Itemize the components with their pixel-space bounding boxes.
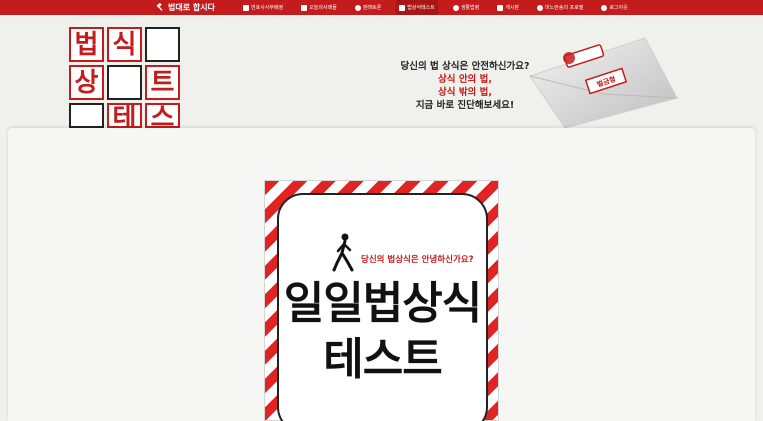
nav-item-label: 오늘의사례들 — [309, 5, 337, 11]
walking-person-icon — [332, 233, 354, 272]
envelope-stamp-illustration: 벌금형 — [529, 37, 678, 128]
nav-menu: 변호사사무배정 오늘의사례들 판례토론 법상식테스트 생활법령 게시판 미노란송… — [240, 0, 643, 15]
hero-line1: 당신의 법 상식은 안전하신가요? — [400, 61, 530, 72]
brand-logo[interactable]: 법대로 합시다 — [156, 0, 215, 15]
card-subtitle: 당신의 법상식은 안녕하신가요? — [361, 255, 474, 265]
checkbox-icon — [301, 4, 308, 11]
grid-cell-empty — [69, 103, 104, 128]
grid-cell: 법 — [69, 27, 104, 62]
nav-item-label: 게시판 — [505, 5, 520, 11]
checkbox-icon — [243, 4, 249, 11]
nav-item-profile[interactable]: 미노란송의 프로필 — [534, 0, 586, 15]
nav-item-law-test[interactable]: 법상식테스트 — [396, 0, 438, 15]
user-icon — [601, 4, 608, 11]
nav-item-logout[interactable]: 로그아웃 — [598, 0, 630, 15]
brand-name: 법대로 합시다 — [168, 3, 215, 12]
grid-cell-empty — [145, 27, 180, 62]
nav-item-precedent-debate[interactable]: 판례토론 — [352, 0, 384, 15]
hero-line4: 지금 바로 진단해보세요! — [415, 100, 515, 111]
gavel-icon — [156, 3, 163, 11]
nav-item-lawyer-assign[interactable]: 변호사사무배정 — [240, 0, 286, 15]
nav-item-label: 생활법령 — [460, 5, 480, 11]
nav-item-today-cases[interactable]: 오늘의사례들 — [298, 0, 340, 15]
nav-item-label: 로그아웃 — [609, 5, 628, 11]
nav-item-label: 법상식테스트 — [407, 5, 435, 11]
nav-item-board[interactable]: 게시판 — [494, 0, 522, 15]
grid-cell: 테 — [107, 103, 142, 131]
grid-cell: 식 — [107, 27, 142, 62]
people-icon — [354, 4, 361, 11]
nav-item-label: 변호사사무배정 — [251, 5, 284, 11]
grid-cell: 트 — [145, 65, 180, 100]
nav-item-label: 판례토론 — [362, 5, 382, 11]
card-title-line2: 테스트 — [323, 334, 442, 385]
hero-tagline: 당신의 법 상식은 안전하신가요? 상식 안의 법, 상식 밖의 법, 지금 바… — [390, 60, 540, 112]
test-banner-card[interactable]: 당신의 법상식은 안녕하신가요? 일일법상식 테스트 — [264, 180, 499, 421]
test-banner-inner: 당신의 법상식은 안녕하신가요? 일일법상식 테스트 — [277, 193, 488, 421]
title-letter-grid: 법 식 상 트 테 스 — [69, 27, 180, 131]
hero-line3: 상식 밖의 법, — [438, 87, 492, 98]
grid-cell: 스 — [145, 103, 180, 131]
hero-line2: 상식 안의 법, — [438, 74, 492, 85]
circle-icon — [452, 4, 459, 11]
nav-item-living-law[interactable]: 생활법령 — [450, 0, 482, 15]
user-icon — [537, 4, 544, 11]
checkbox-icon — [497, 4, 504, 11]
nav-item-label: 미노란송의 프로필 — [545, 5, 584, 11]
book-icon — [399, 4, 406, 11]
grid-cell: 상 — [69, 65, 104, 100]
top-nav-bar: 법대로 합시다 변호사사무배정 오늘의사례들 판례토론 법상식테스트 생활법령 … — [0, 0, 763, 15]
card-title-line1: 일일법상식 — [283, 278, 482, 329]
grid-cell-empty — [107, 65, 142, 100]
